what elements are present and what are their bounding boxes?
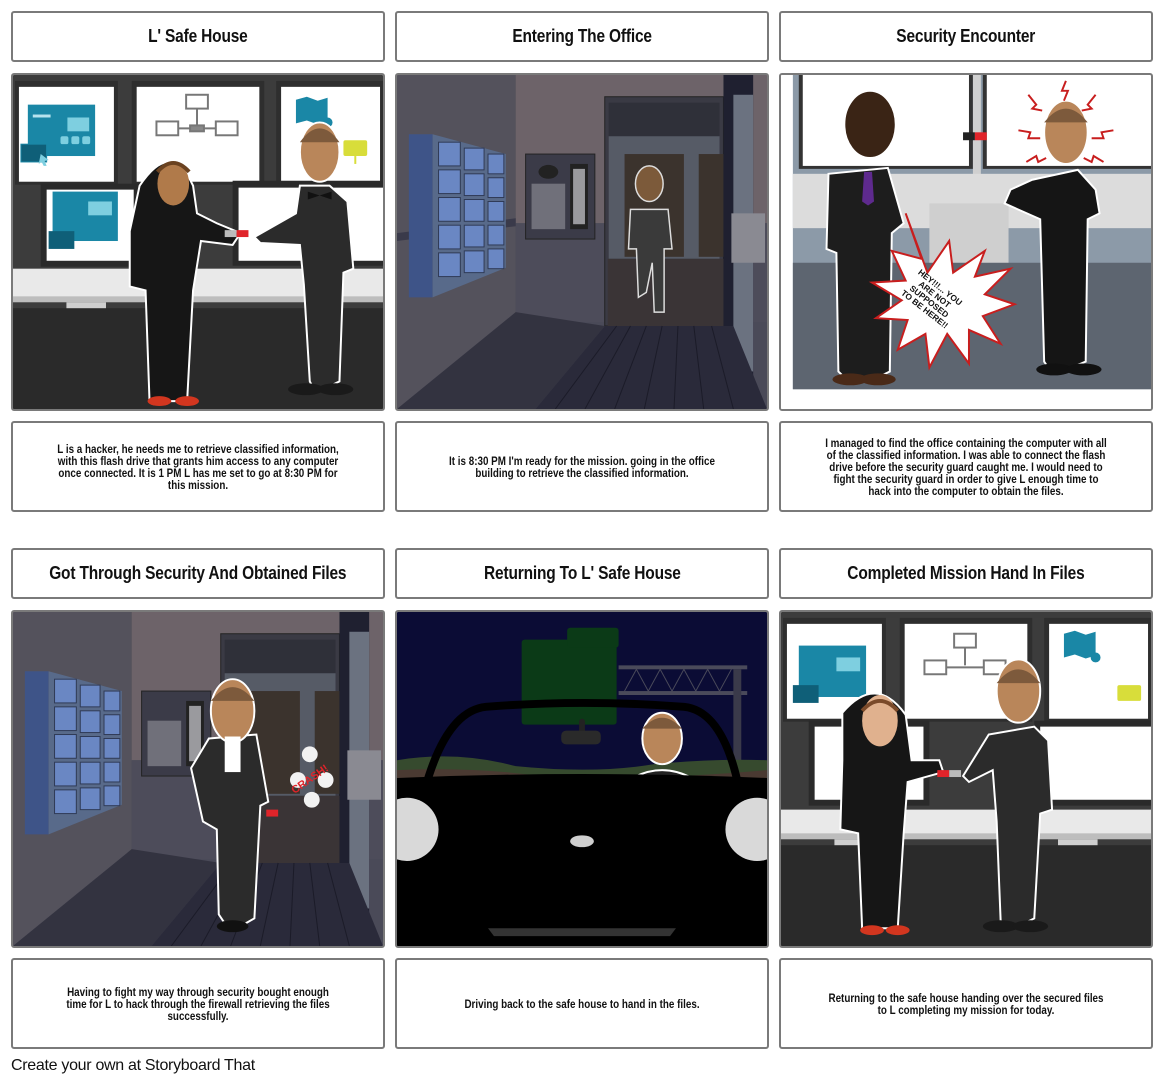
night-drive-illustration [397, 612, 767, 946]
panel-6-scene [779, 610, 1153, 948]
panel-1-caption: L is a hacker, he needs me to retrieve c… [11, 421, 385, 512]
web-window-icon [792, 645, 867, 703]
panel-6-title: Completed Mission Hand In Files [779, 548, 1153, 599]
panel-6-caption: Returning to the safe house handing over… [779, 958, 1153, 1049]
panel-2-title: Entering The Office [395, 11, 769, 62]
flash-drive-icon [266, 809, 279, 817]
panel-4-caption: Having to fight my way through security … [11, 958, 385, 1049]
safe-house-handoff-illustration [781, 612, 1151, 946]
panel-2-caption: It is 8:30 PM I'm ready for the mission.… [395, 421, 769, 512]
panel-5-title: Returning To L' Safe House [395, 548, 769, 599]
panel-5-caption: Driving back to the safe house to hand i… [395, 958, 769, 1049]
panel-2-scene [395, 73, 769, 411]
panel-1-title: L' Safe House [11, 11, 385, 62]
black-convertible-car [397, 774, 767, 946]
panel-3-title: Security Encounter [779, 11, 1153, 62]
mailboxes [408, 134, 506, 298]
panel-5-scene [395, 610, 769, 948]
office-exit-illustration: CRASH! [13, 612, 383, 946]
panel-1-scene [11, 73, 385, 411]
office-lobby-illustration [397, 75, 767, 409]
storyboard-that-footer-link[interactable]: Create your own at Storyboard That [11, 1057, 255, 1075]
panel-3-scene: HEY!!!... YOU ARE NOT SUPPOSED TO BE HER… [779, 73, 1153, 411]
panel-3-caption: I managed to find the office containing … [779, 421, 1153, 512]
flash-drive-icon [937, 770, 962, 778]
safe-house-illustration [13, 75, 383, 409]
intercom-panel [525, 153, 596, 240]
flash-drive-icon [963, 132, 987, 141]
security-room-illustration: HEY!!!... YOU ARE NOT SUPPOSED TO BE HER… [781, 75, 1151, 409]
mailboxes [24, 671, 122, 835]
folder-icon [1117, 685, 1142, 701]
panel-4-title: Got Through Security And Obtained Files [11, 548, 385, 599]
flash-drive-icon [224, 230, 249, 238]
panel-4-scene: CRASH! [11, 610, 385, 948]
